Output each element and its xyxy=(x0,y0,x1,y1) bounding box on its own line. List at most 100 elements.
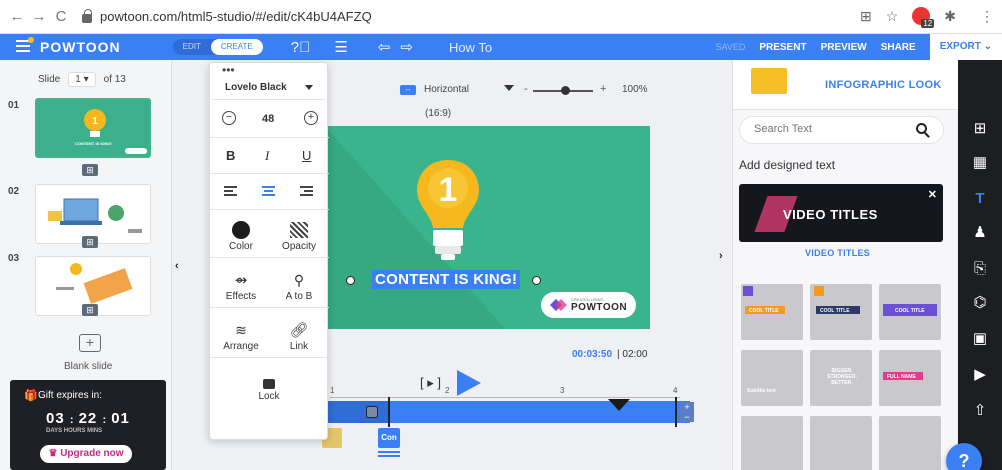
text-template-tile[interactable] xyxy=(810,416,872,470)
decrease-size-icon[interactable]: − xyxy=(222,111,236,125)
close-icon[interactable]: ✕ xyxy=(928,188,937,201)
lightbulb-icon[interactable]: 1 xyxy=(413,156,483,266)
text-template-tile[interactable]: Subtitle text xyxy=(741,350,803,406)
align-left-icon[interactable] xyxy=(224,186,237,196)
forward-icon[interactable]: → xyxy=(28,8,50,25)
export-label: EXPORT xyxy=(939,41,981,52)
reload-icon[interactable]: C xyxy=(50,8,72,25)
text-template-tile[interactable]: COOL TITLE xyxy=(741,284,803,340)
timeline-drag-handle[interactable] xyxy=(366,406,378,418)
translate-icon[interactable]: ⊞ xyxy=(860,8,872,25)
background-pattern-icon[interactable]: ▦ xyxy=(958,146,1002,178)
orientation-select[interactable]: ↔ Horizontal xyxy=(400,84,469,95)
present-button[interactable]: PRESENT xyxy=(759,42,806,53)
address-bar[interactable]: powtoon.com/html5-studio/#/edit/cK4bU4AF… xyxy=(82,5,372,29)
search-field[interactable] xyxy=(739,116,944,144)
export-button[interactable]: EXPORT ⌄ xyxy=(929,34,1002,60)
search-input[interactable] xyxy=(754,123,904,135)
link-tool[interactable]: 🔗︎ Link xyxy=(270,319,328,352)
opacity-tool[interactable]: Opacity xyxy=(270,219,328,252)
track-text-thumbnail[interactable]: Con xyxy=(378,428,400,448)
slide-select[interactable]: 1 ▾ xyxy=(68,72,96,87)
search-icon[interactable] xyxy=(916,123,927,134)
arrange-tool[interactable]: ≋ Arrange xyxy=(212,319,270,353)
slide-1-caption: CONTENT IS KING! xyxy=(75,141,112,146)
images-icon[interactable]: ▣ xyxy=(958,322,1002,354)
kebab-menu-icon[interactable]: ⋮ xyxy=(980,8,994,25)
video-titles-banner[interactable]: VIDEO TITLES ✕ xyxy=(739,184,943,242)
props-icon[interactable]: ⎘ xyxy=(958,252,1002,284)
shapes-icon[interactable]: ⌬ xyxy=(958,286,1002,318)
tile-text: FULL NAME xyxy=(887,374,916,380)
preview-button[interactable]: PREVIEW xyxy=(821,42,867,53)
align-right-icon[interactable] xyxy=(300,186,313,196)
font-size-value[interactable]: 48 xyxy=(262,113,274,125)
slide-thumbnail-2[interactable] xyxy=(35,184,151,244)
mode-edit[interactable]: EDIT xyxy=(173,39,211,55)
collapse-left-icon[interactable]: ‹ xyxy=(175,260,179,272)
opacity-checker-icon xyxy=(290,222,308,238)
upload-icon[interactable]: ⇧ xyxy=(958,394,1002,426)
watermark-brand: POWTOON xyxy=(571,302,628,313)
blank-slide-button[interactable]: + xyxy=(79,334,101,352)
track-underline xyxy=(378,451,400,457)
color-tool[interactable]: Color xyxy=(212,219,270,252)
mode-toggle[interactable]: EDIT CREATE xyxy=(172,39,263,55)
puzzle-icon[interactable]: ✱ xyxy=(944,8,956,25)
slide-stage[interactable]: 1 CONTENT IS KING! CREATED USING POWTOON xyxy=(325,126,650,329)
drag-dots-icon[interactable]: ••• xyxy=(222,63,235,77)
resize-handle-left[interactable] xyxy=(346,276,355,285)
a-to-b-tool[interactable]: ⚲ A to B xyxy=(270,269,328,303)
section-heading: Add designed text xyxy=(739,158,836,172)
video-icon[interactable]: ▶ xyxy=(958,358,1002,390)
headline-text[interactable]: CONTENT IS KING! xyxy=(372,270,521,289)
font-select[interactable]: Lovelo Black xyxy=(213,76,325,100)
add-slide-icon[interactable]: ⊞ xyxy=(82,164,98,176)
zoom-knob[interactable] xyxy=(561,86,570,95)
star-icon[interactable]: ☆ xyxy=(886,8,899,25)
text-tool-icon[interactable]: T xyxy=(958,182,1002,214)
lock-tool[interactable]: Lock xyxy=(240,369,298,402)
text-template-tile[interactable]: COOL TITLE xyxy=(879,284,941,340)
extension-icon[interactable]: 12 xyxy=(912,7,935,28)
resize-handle-right[interactable] xyxy=(532,276,541,285)
italic-icon[interactable]: I xyxy=(265,148,269,164)
text-template-tile[interactable] xyxy=(741,416,803,470)
slide-thumbnail-1[interactable]: 1 CONTENT IS KING! xyxy=(35,98,151,158)
notes-icon[interactable]: ☰ xyxy=(334,38,347,56)
help-circle-icon[interactable]: ?⃝ xyxy=(291,39,311,56)
characters-icon[interactable]: ♟ xyxy=(958,216,1002,248)
redo-icon[interactable]: ⇨ xyxy=(400,38,413,56)
add-slide-icon[interactable]: ⊞ xyxy=(82,236,98,248)
mode-create[interactable]: CREATE xyxy=(210,39,263,55)
hamburger-menu-icon[interactable] xyxy=(16,37,34,54)
playhead[interactable] xyxy=(388,397,390,427)
text-template-tile[interactable]: FULL NAME xyxy=(879,350,941,406)
style-header[interactable]: INFOGRAPHIC LOOK xyxy=(733,60,958,110)
end-marker-icon[interactable] xyxy=(608,399,630,411)
text-template-tile[interactable]: BIGGER. STRONGER. BETTER. xyxy=(810,350,872,406)
underline-icon[interactable]: U xyxy=(302,148,311,163)
project-title[interactable]: How To xyxy=(449,40,492,55)
effects-tool[interactable]: ⇴ Effects xyxy=(212,269,270,302)
align-center-icon[interactable] xyxy=(262,186,275,196)
increase-size-icon[interactable]: + xyxy=(304,111,318,125)
zoom-out-icon[interactable]: - xyxy=(524,83,528,95)
text-template-tile[interactable] xyxy=(879,416,941,470)
back-icon[interactable]: ← xyxy=(6,8,28,25)
alignment-row xyxy=(210,178,329,208)
layout-icon[interactable]: ⊞ xyxy=(958,112,1002,144)
zoom-in-icon[interactable]: + xyxy=(600,83,606,95)
tick-label: 4 xyxy=(673,386,678,395)
time-current: 00:03:50 xyxy=(572,349,613,360)
bold-icon[interactable]: B xyxy=(226,148,235,163)
font-caret-icon xyxy=(305,85,313,90)
collapse-right-icon[interactable]: › xyxy=(719,250,723,262)
upgrade-button[interactable]: ♛ Upgrade now xyxy=(40,445,132,463)
text-template-tile[interactable]: COOL TITLE xyxy=(810,284,872,340)
timeline-zoom-buttons[interactable]: + − xyxy=(680,402,694,422)
orientation-caret-icon[interactable] xyxy=(504,85,514,91)
share-button[interactable]: SHARE xyxy=(881,42,916,53)
add-slide-icon[interactable]: ⊞ xyxy=(82,304,98,316)
undo-icon[interactable]: ⇦ xyxy=(378,38,391,56)
